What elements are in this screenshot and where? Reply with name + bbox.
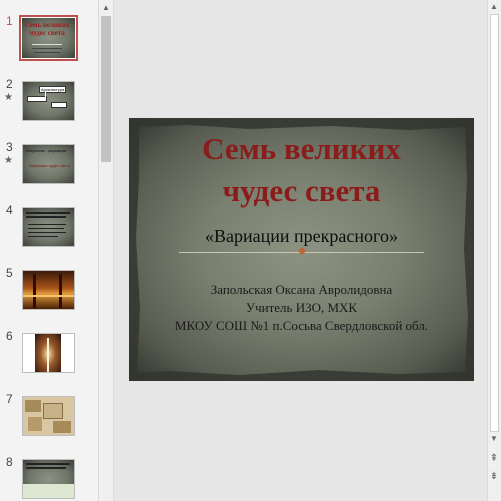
current-slide[interactable]: Семь великих чудес света «Вариации прекр… (129, 118, 474, 381)
slide-number: 1 (6, 14, 13, 28)
thumbnail-scrollbar[interactable]: ▲ (98, 0, 114, 501)
slide-thumbnail-row-6[interactable]: 6 (0, 329, 98, 379)
slide-thumbnail-3[interactable]: Искусство - вариации Вариации чудес свет… (22, 144, 75, 184)
slide-thumbnail-row-2[interactable]: 2 ★ Архитектура (0, 77, 98, 127)
thumbnail-scroll-thumb[interactable] (101, 16, 111, 162)
slide-editing-area: Семь великих чудес света «Вариации прекр… (114, 0, 487, 501)
animation-star-icon: ★ (4, 155, 13, 166)
slide-number: 6 (6, 329, 13, 343)
author-school[interactable]: МКОУ СОШ №1 п.Сосьва Свердловской обл. (129, 318, 474, 334)
slide-thumbnail-row-8[interactable]: 8 (0, 455, 98, 501)
slide-thumbnail-row-1[interactable]: 1 Семь великих чудес света (0, 14, 98, 64)
scroll-down-icon[interactable]: ▼ (488, 432, 500, 446)
slide-number: 4 (6, 203, 13, 217)
main-scroll-thumb[interactable] (490, 14, 499, 432)
collage-image (23, 397, 74, 435)
slide-thumbnail-row-5[interactable]: 5 (0, 266, 98, 316)
slide-thumbnail-row-4[interactable]: 4 (0, 203, 98, 253)
thumbnail-text: Вариации чудес света (29, 163, 71, 168)
previous-slide-icon[interactable]: ⇞ (488, 452, 500, 466)
slide-thumbnail-4[interactable] (22, 207, 75, 247)
scroll-up-icon[interactable]: ▲ (488, 0, 500, 14)
author-role[interactable]: Учитель ИЗО, МХК (129, 300, 474, 316)
author-name[interactable]: Запольская Оксана Авролидовна (129, 282, 474, 298)
slide-number: 8 (6, 455, 13, 469)
slide-title-line-1[interactable]: Семь великих (129, 132, 474, 166)
slide-number: 7 (6, 392, 13, 406)
next-slide-icon[interactable]: ⇟ (488, 470, 500, 484)
slide-number: 2 (6, 77, 13, 91)
slide-thumbnail-8[interactable] (22, 459, 75, 499)
thumbnail-heading: Искусство - вариации (26, 148, 67, 153)
slide-thumbnail-2[interactable]: Архитектура (22, 81, 75, 121)
slide-title-line-2[interactable]: чудес света (129, 174, 474, 208)
slide-subtitle[interactable]: «Вариации прекрасного» (129, 226, 474, 247)
main-scrollbar[interactable]: ▲ ▼ ⇞ ⇟ (487, 0, 501, 501)
slide-thumbnail-6[interactable] (22, 333, 75, 373)
fireworks-photo (23, 334, 74, 372)
thumbnail-label: Архитектура (39, 86, 67, 93)
thumbnail-title: Семь великих чудес света (24, 21, 70, 37)
slide-thumbnail-pane: 1 Семь великих чудес света 2 ★ Архитекту… (0, 0, 98, 501)
slide-number: 3 (6, 140, 13, 154)
slide-thumbnail-1[interactable]: Семь великих чудес света (19, 15, 78, 61)
scroll-up-icon[interactable]: ▲ (99, 1, 113, 15)
bridge-photo (23, 271, 74, 309)
slide-thumbnail-5[interactable] (22, 270, 75, 310)
slide-number: 5 (6, 266, 13, 280)
animation-star-icon: ★ (4, 92, 13, 103)
slide-thumbnail-row-7[interactable]: 7 (0, 392, 98, 442)
slide-thumbnail-row-3[interactable]: 3 ★ Искусство - вариации Вариации чудес … (0, 140, 98, 190)
slide-thumbnail-7[interactable] (22, 396, 75, 436)
